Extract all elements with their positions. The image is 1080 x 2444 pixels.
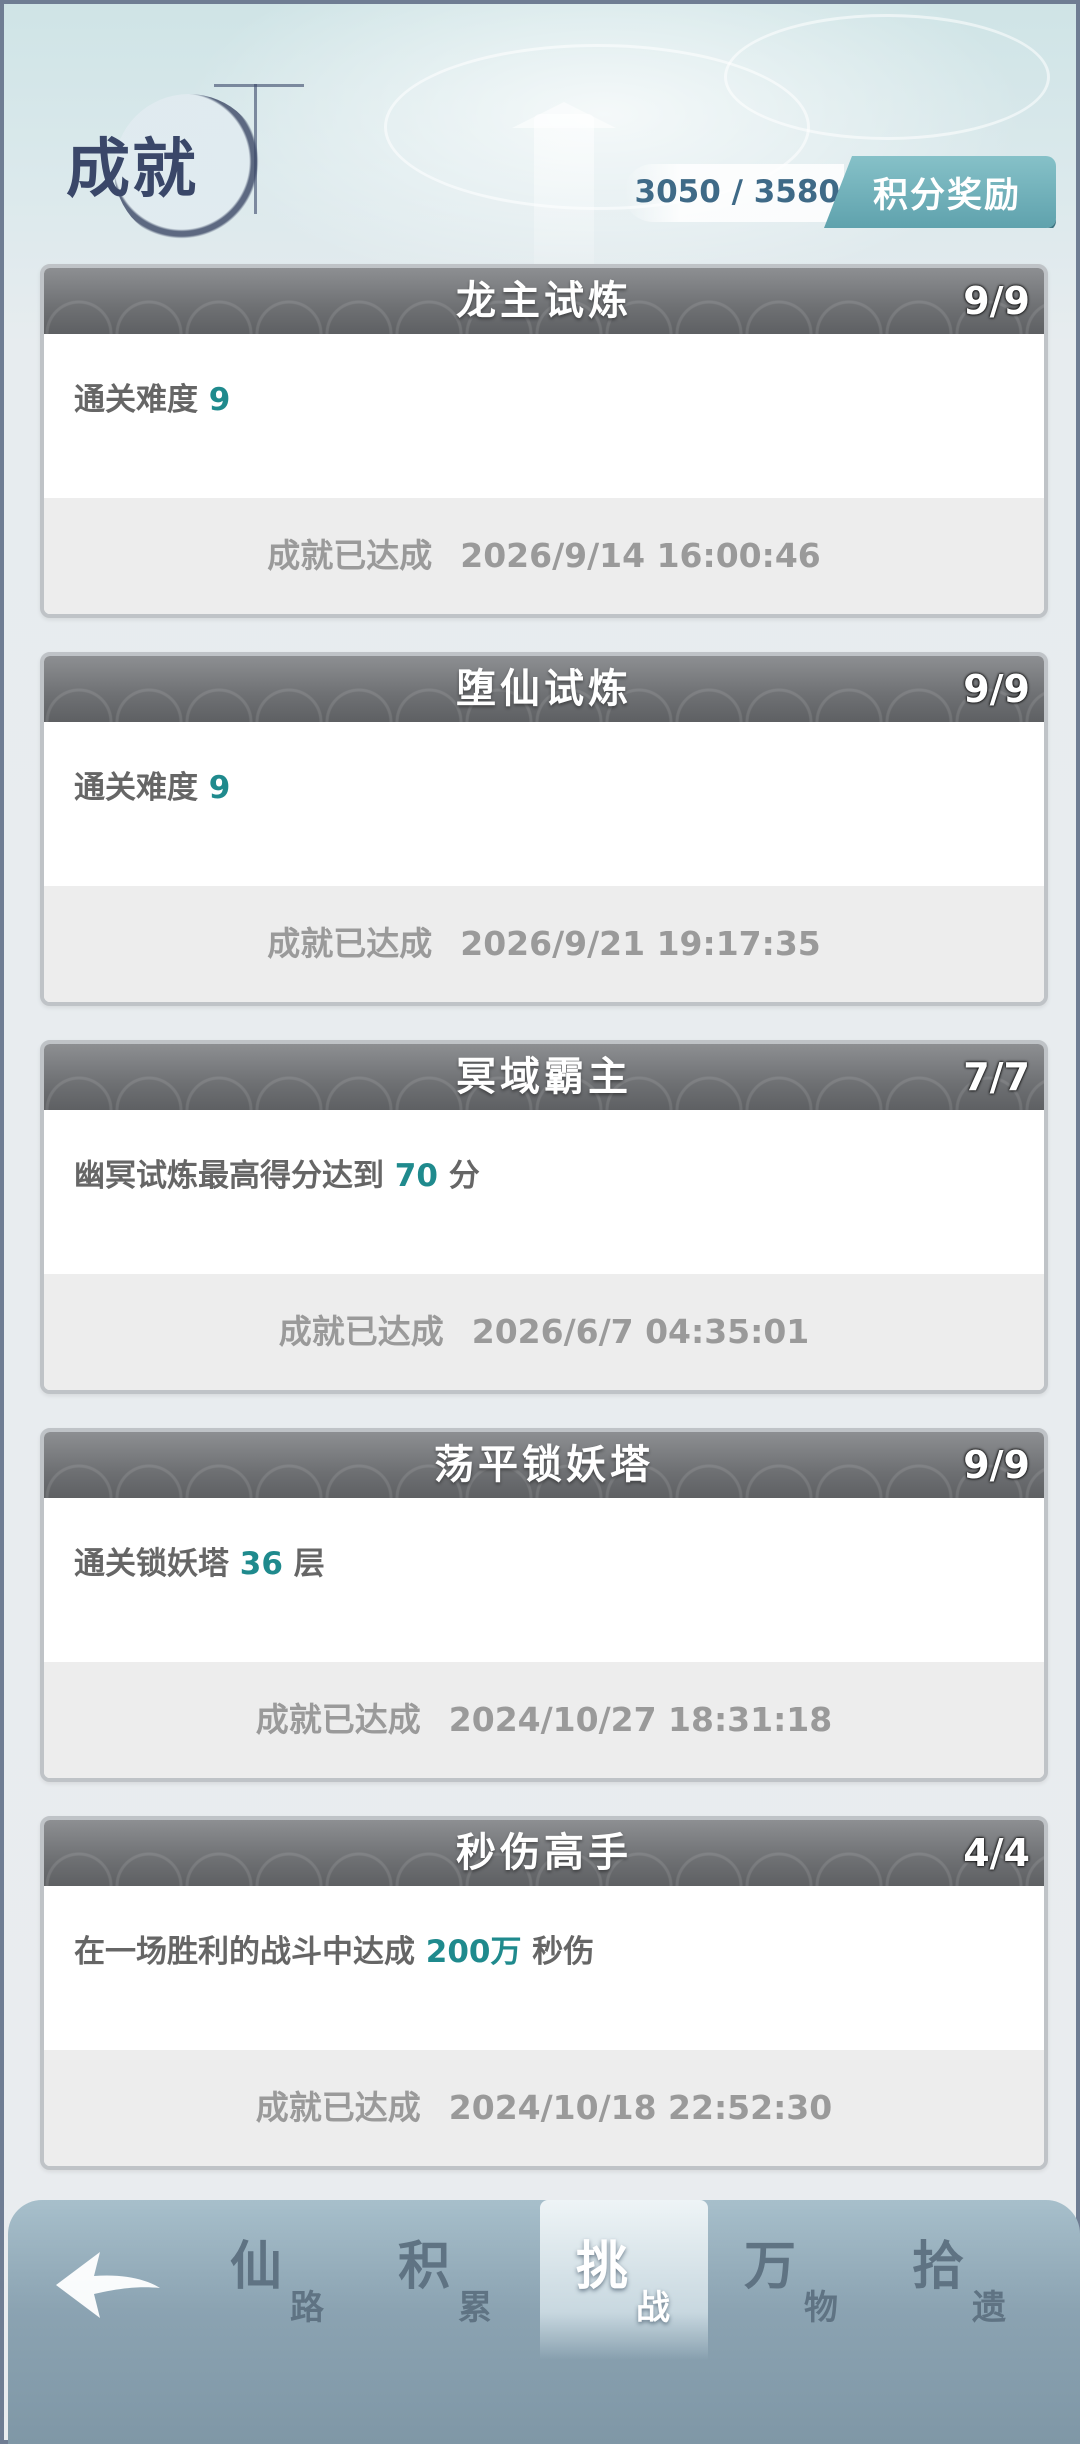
achievement-status: 成就已达成 [267,536,433,575]
nav-tab-sub: 路 [290,2288,324,2328]
card-header: 秒伤高手 4/4 [44,1820,1044,1886]
desc-text: 分 [437,1158,480,1194]
achievement-time: 2026/6/7 04:35:01 [471,1312,810,1351]
achievement-progress: 7/7 [963,1055,1030,1099]
achievement-title: 荡平锁妖塔 [434,1442,654,1488]
desc-value: 200万 [425,1934,522,1970]
nav-tab-main: 拾 [912,2236,965,2297]
achievement-title: 龙主试炼 [456,278,632,324]
desc-text: 通关难度 [74,382,209,418]
card-header: 龙主试炼 9/9 [44,268,1044,334]
card-header: 荡平锁妖塔 9/9 [44,1432,1044,1498]
achievement-screen: 成就 3050 / 3580 积分奖励 龙主试炼 9/9 通关难度 9 成就已达… [0,0,1080,2444]
bottom-nav: 仙路积累挑战万物拾遗 [8,2200,1080,2444]
title-decor-line [214,84,304,87]
nav-tab-sub: 遗 [972,2288,1006,2328]
back-arrow-icon [56,2252,160,2318]
desc-value: 9 [208,770,231,806]
desc-text: 通关难度 [74,770,209,806]
achievement-status: 成就已达成 [255,2088,421,2127]
desc-text: 在一场胜利的战斗中达成 [74,1934,426,1970]
achievement-footer: 成就已达成 2026/9/14 16:00:46 [44,498,1044,614]
achievement-card: 荡平锁妖塔 9/9 通关锁妖塔 36 层 成就已达成 2024/10/27 18:… [40,1428,1048,1782]
achievement-title: 秒伤高手 [456,1830,632,1876]
achievement-footer: 成就已达成 2024/10/27 18:31:18 [44,1662,1044,1778]
achievement-title: 堕仙试炼 [456,666,632,712]
nav-tab-main: 积 [398,2236,451,2297]
points-display: 3050 / 3580 [624,164,844,222]
desc-text: 通关锁妖塔 [74,1546,240,1582]
desc-value: 36 [239,1546,283,1582]
achievement-progress: 9/9 [963,279,1030,323]
nav-tab-sub: 物 [804,2288,838,2328]
achievement-time: 2026/9/14 16:00:46 [460,536,821,575]
achievement-title: 冥域霸主 [456,1054,632,1100]
achievement-footer: 成就已达成 2026/6/7 04:35:01 [44,1274,1044,1390]
desc-value: 9 [208,382,231,418]
page-title: 成就 [66,132,198,207]
points-value: 3050 / 3580 [634,174,840,210]
achievement-description: 幽冥试炼最高得分达到 70 分 [74,1150,480,1195]
nav-tab[interactable]: 拾遗 [876,2200,1044,2360]
achievement-time: 2024/10/27 18:31:18 [448,1700,833,1739]
card-header: 冥域霸主 7/7 [44,1044,1044,1110]
desc-text: 秒伤 [521,1934,595,1970]
page-title-emblem: 成就 [54,74,304,244]
achievement-card: 龙主试炼 9/9 通关难度 9 成就已达成 2026/9/14 16:00:46 [40,264,1048,618]
nav-tab-main: 仙 [230,2236,283,2297]
achievement-status: 成就已达成 [278,1312,444,1351]
nav-tab[interactable]: 仙路 [194,2200,362,2360]
achievement-footer: 成就已达成 2026/9/21 19:17:35 [44,886,1044,1002]
achievement-time: 2024/10/18 22:52:30 [448,2088,833,2127]
nav-tab-sub: 累 [458,2288,492,2328]
nav-tab[interactable]: 万物 [708,2200,876,2360]
achievement-description: 通关锁妖塔 36 层 [74,1538,325,1583]
achievement-status: 成就已达成 [267,924,433,963]
achievement-time: 2026/9/21 19:17:35 [460,924,821,963]
achievement-progress: 4/4 [963,1831,1030,1875]
desc-text: 层 [282,1546,325,1582]
decor-tower-icon [534,114,594,264]
points-reward-button[interactable]: 积分奖励 [824,156,1056,228]
achievement-card: 冥域霸主 7/7 幽冥试炼最高得分达到 70 分 成就已达成 2026/6/7 0… [40,1040,1048,1394]
achievement-card: 堕仙试炼 9/9 通关难度 9 成就已达成 2026/9/21 19:17:35 [40,652,1048,1006]
nav-tab[interactable]: 挑战 [540,2200,708,2360]
achievement-progress: 9/9 [963,1443,1030,1487]
desc-value: 70 [394,1158,438,1194]
card-header: 堕仙试炼 9/9 [44,656,1044,722]
achievement-description: 通关难度 9 [74,762,230,807]
achievement-status: 成就已达成 [255,1700,421,1739]
nav-tab-main: 挑 [576,2236,629,2297]
nav-tab[interactable]: 积累 [362,2200,530,2360]
achievement-footer: 成就已达成 2024/10/18 22:52:30 [44,2050,1044,2166]
nav-tab-sub: 战 [636,2288,670,2328]
achievement-card: 秒伤高手 4/4 在一场胜利的战斗中达成 200万 秒伤 成就已达成 2024/1… [40,1816,1048,2170]
nav-tab-main: 万 [744,2236,797,2297]
desc-text: 幽冥试炼最高得分达到 [74,1158,395,1194]
achievement-description: 在一场胜利的战斗中达成 200万 秒伤 [74,1926,594,1971]
title-decor-line [254,84,257,214]
back-button[interactable] [48,2240,168,2330]
achievement-description: 通关难度 9 [74,374,230,419]
decor-ring [724,14,1050,140]
achievement-progress: 9/9 [963,667,1030,711]
